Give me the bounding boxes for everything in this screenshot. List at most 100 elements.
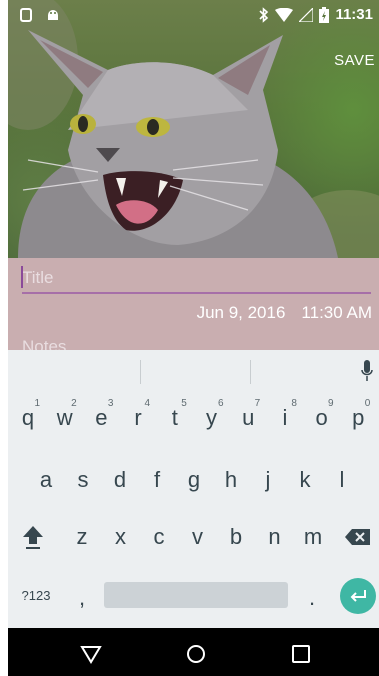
key-k[interactable]: k (287, 460, 323, 500)
key-n[interactable]: n (257, 517, 293, 557)
text-cursor (21, 266, 23, 288)
comma-key[interactable]: , (64, 578, 100, 618)
key-number-hint: 3 (107, 398, 114, 409)
key-label: q (21, 405, 35, 430)
key-u[interactable]: u7 (230, 398, 266, 438)
key-label: m (303, 524, 323, 549)
app-screen: 11:31 SAVE Jun 9, 2016 11:30 AM q1w2e3r4… (8, 0, 379, 676)
android-icon (48, 10, 58, 20)
key-label: s (77, 467, 89, 492)
key-label: a (39, 467, 53, 492)
key-e[interactable]: e3 (83, 398, 119, 438)
home-icon[interactable] (184, 642, 208, 666)
key-o[interactable]: o9 (304, 398, 340, 438)
note-form: Jun 9, 2016 11:30 AM (8, 258, 379, 350)
key-number-hint: 7 (254, 398, 261, 409)
recents-icon[interactable] (289, 642, 313, 666)
key-label: f (153, 467, 161, 492)
key-i[interactable]: i8 (267, 398, 303, 438)
key-r[interactable]: r4 (120, 398, 156, 438)
key-q[interactable]: q1 (10, 398, 46, 438)
key-label: g (187, 467, 201, 492)
backspace-key[interactable] (338, 517, 378, 557)
key-label: e (95, 405, 108, 430)
signal-icon (299, 7, 314, 22)
key-label: d (113, 467, 127, 492)
key-label: t (171, 405, 178, 430)
cat-photo (8, 0, 379, 258)
time-picker[interactable]: 11:30 AM (301, 303, 372, 323)
key-z[interactable]: z (64, 517, 100, 557)
key-number-hint: 8 (291, 398, 297, 409)
wifi-icon (275, 7, 294, 22)
key-label: h (224, 467, 238, 492)
period-key[interactable]: . (294, 578, 330, 618)
key-number-hint: 0 (364, 398, 371, 409)
backspace-icon (345, 529, 370, 545)
key-label: i (282, 405, 288, 430)
title-input[interactable] (22, 264, 371, 294)
key-number-hint: 6 (217, 398, 224, 409)
keyboard-row-1: q1w2e3r4t5y6u7i8o9p0 (8, 398, 379, 438)
key-label: b (229, 524, 243, 549)
shift-key[interactable] (12, 517, 54, 557)
key-label: y (206, 405, 217, 430)
key-number-hint: 5 (181, 398, 187, 409)
key-y[interactable]: y6 (194, 398, 230, 438)
keyboard-row-2: asd f gh j k l (8, 460, 379, 500)
key-a[interactable]: a (28, 460, 64, 500)
key-number-hint: 4 (144, 398, 151, 409)
key-label: p (352, 405, 365, 430)
battery-charging-icon (319, 6, 330, 23)
key-label: c (153, 524, 165, 549)
key-label: k (299, 467, 311, 492)
space-bar[interactable] (104, 582, 288, 608)
suggestion-divider (250, 360, 251, 384)
key-h[interactable]: h (213, 460, 249, 500)
navigation-bar (8, 628, 379, 676)
keyboard-row-3: z x c v bnm (8, 517, 379, 557)
key-label: v (192, 524, 203, 549)
notes-input[interactable] (22, 332, 362, 350)
key-label: u (242, 405, 255, 430)
key-s[interactable]: s (65, 460, 101, 500)
key-c[interactable]: c (141, 517, 177, 557)
status-bar: 11:31 (8, 0, 379, 30)
key-label: n (268, 524, 281, 549)
mic-icon[interactable] (361, 360, 373, 382)
key-number-hint: 1 (34, 398, 40, 409)
back-icon[interactable] (79, 642, 103, 666)
key-label: j (265, 467, 271, 492)
key-label: o (315, 405, 328, 430)
key-b[interactable]: b (218, 517, 254, 557)
key-x[interactable]: x (103, 517, 139, 557)
key-f[interactable]: f (139, 460, 175, 500)
date-picker[interactable]: Jun 9, 2016 (197, 303, 286, 323)
shift-icon (23, 526, 43, 549)
key-label: x (115, 524, 126, 549)
status-time: 11:31 (335, 6, 373, 23)
key-d[interactable]: d (102, 460, 138, 500)
symbols-key[interactable]: ?123 (12, 575, 60, 615)
key-number-hint: 2 (71, 398, 77, 409)
key-j[interactable]: j (250, 460, 286, 500)
key-number-hint: 9 (328, 398, 334, 409)
bluetooth-icon (259, 6, 269, 23)
header-photo: 11:31 SAVE (8, 0, 379, 258)
key-t[interactable]: t5 (157, 398, 193, 438)
key-p[interactable]: p0 (340, 398, 376, 438)
key-label: r (134, 405, 142, 430)
key-l[interactable]: l (324, 460, 360, 500)
enter-icon (350, 590, 366, 602)
date-time-row: Jun 9, 2016 11:30 AM (197, 303, 372, 323)
key-v[interactable]: v (180, 517, 216, 557)
enter-key[interactable] (340, 578, 376, 614)
suggestion-strip (8, 350, 379, 392)
save-button[interactable]: SAVE (334, 52, 375, 69)
android-debug-icon (20, 8, 32, 22)
key-label: z (76, 524, 88, 549)
key-m[interactable]: m (295, 517, 331, 557)
key-g[interactable]: g (176, 460, 212, 500)
suggestion-divider (140, 360, 141, 384)
key-w[interactable]: w2 (47, 398, 83, 438)
